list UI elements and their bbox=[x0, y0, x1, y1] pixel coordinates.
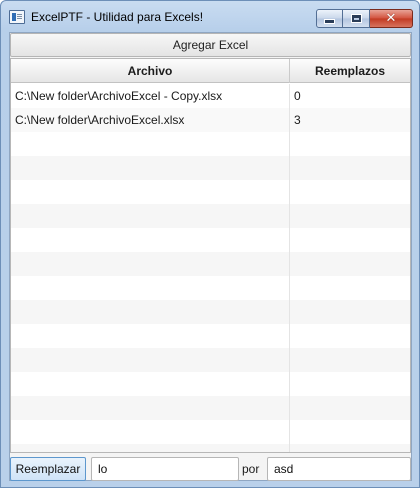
empty-cell bbox=[290, 348, 410, 372]
empty-cell bbox=[11, 180, 290, 204]
app-window: ExcelPTF - Utilidad para Excels! ✕ Agreg… bbox=[0, 0, 420, 488]
minimize-icon bbox=[324, 19, 335, 24]
replace-button[interactable]: Reemplazar bbox=[10, 457, 86, 481]
empty-cell bbox=[290, 156, 410, 180]
search-input[interactable] bbox=[91, 457, 239, 481]
add-excel-button[interactable]: Agregar Excel bbox=[10, 33, 411, 57]
close-icon: ✕ bbox=[385, 11, 397, 26]
empty-table-row bbox=[11, 180, 410, 204]
empty-cell bbox=[11, 372, 290, 396]
replace-bar: Reemplazar por bbox=[10, 457, 411, 481]
title-bar[interactable]: ExcelPTF - Utilidad para Excels! ✕ bbox=[1, 1, 419, 31]
empty-table-row bbox=[11, 300, 410, 324]
empty-cell bbox=[290, 204, 410, 228]
empty-cell bbox=[290, 372, 410, 396]
empty-table-row bbox=[11, 420, 410, 444]
empty-cell bbox=[11, 420, 290, 444]
table-row[interactable]: C:\New folder\ArchivoExcel - Copy.xlsx 0 bbox=[11, 84, 410, 108]
empty-cell bbox=[290, 276, 410, 300]
files-table: Archivo Reemplazos C:\New folder\Archivo… bbox=[10, 58, 411, 453]
empty-cell bbox=[11, 276, 290, 300]
empty-table-row bbox=[11, 252, 410, 276]
close-button[interactable]: ✕ bbox=[370, 9, 413, 28]
empty-table-row bbox=[11, 444, 410, 452]
empty-cell bbox=[290, 444, 410, 452]
window-title: ExcelPTF - Utilidad para Excels! bbox=[31, 10, 204, 24]
cell-reemplazos: 3 bbox=[294, 113, 301, 127]
empty-cell bbox=[11, 444, 290, 452]
empty-cell bbox=[11, 204, 290, 228]
por-label: por bbox=[242, 462, 260, 476]
maximize-button[interactable] bbox=[343, 9, 370, 28]
empty-cell bbox=[290, 252, 410, 276]
empty-cell bbox=[290, 324, 410, 348]
client-area: Agregar Excel Archivo Reemplazos C:\New … bbox=[9, 32, 412, 481]
empty-table-row bbox=[11, 348, 410, 372]
replacement-input[interactable] bbox=[267, 457, 411, 481]
empty-cell bbox=[290, 420, 410, 444]
empty-cell bbox=[290, 180, 410, 204]
empty-table-row bbox=[11, 156, 410, 180]
column-header-reemplazos[interactable]: Reemplazos bbox=[290, 59, 410, 83]
table-body: C:\New folder\ArchivoExcel - Copy.xlsx 0… bbox=[11, 84, 410, 452]
cell-reemplazos: 0 bbox=[294, 89, 301, 103]
empty-table-row bbox=[11, 204, 410, 228]
table-row[interactable]: C:\New folder\ArchivoExcel.xlsx 3 bbox=[11, 108, 410, 132]
empty-cell bbox=[11, 348, 290, 372]
empty-cell bbox=[290, 396, 410, 420]
empty-cell bbox=[11, 228, 290, 252]
empty-cell bbox=[290, 300, 410, 324]
empty-cell bbox=[11, 300, 290, 324]
empty-cell bbox=[11, 396, 290, 420]
cell-archivo: C:\New folder\ArchivoExcel.xlsx bbox=[11, 108, 290, 132]
empty-cell bbox=[11, 132, 290, 156]
empty-table-row bbox=[11, 276, 410, 300]
empty-cell bbox=[290, 228, 410, 252]
empty-table-row bbox=[11, 396, 410, 420]
empty-table-row bbox=[11, 132, 410, 156]
table-header: Archivo Reemplazos bbox=[11, 59, 410, 83]
empty-cell bbox=[11, 156, 290, 180]
minimize-button[interactable] bbox=[316, 9, 343, 28]
app-icon bbox=[9, 10, 25, 24]
empty-table-row bbox=[11, 228, 410, 252]
empty-cell bbox=[11, 324, 290, 348]
empty-table-row bbox=[11, 372, 410, 396]
empty-cell bbox=[290, 132, 410, 156]
empty-table-row bbox=[11, 324, 410, 348]
empty-cell bbox=[11, 252, 290, 276]
maximize-icon bbox=[350, 14, 362, 23]
column-header-archivo[interactable]: Archivo bbox=[11, 59, 290, 83]
cell-archivo: C:\New folder\ArchivoExcel - Copy.xlsx bbox=[11, 84, 290, 108]
